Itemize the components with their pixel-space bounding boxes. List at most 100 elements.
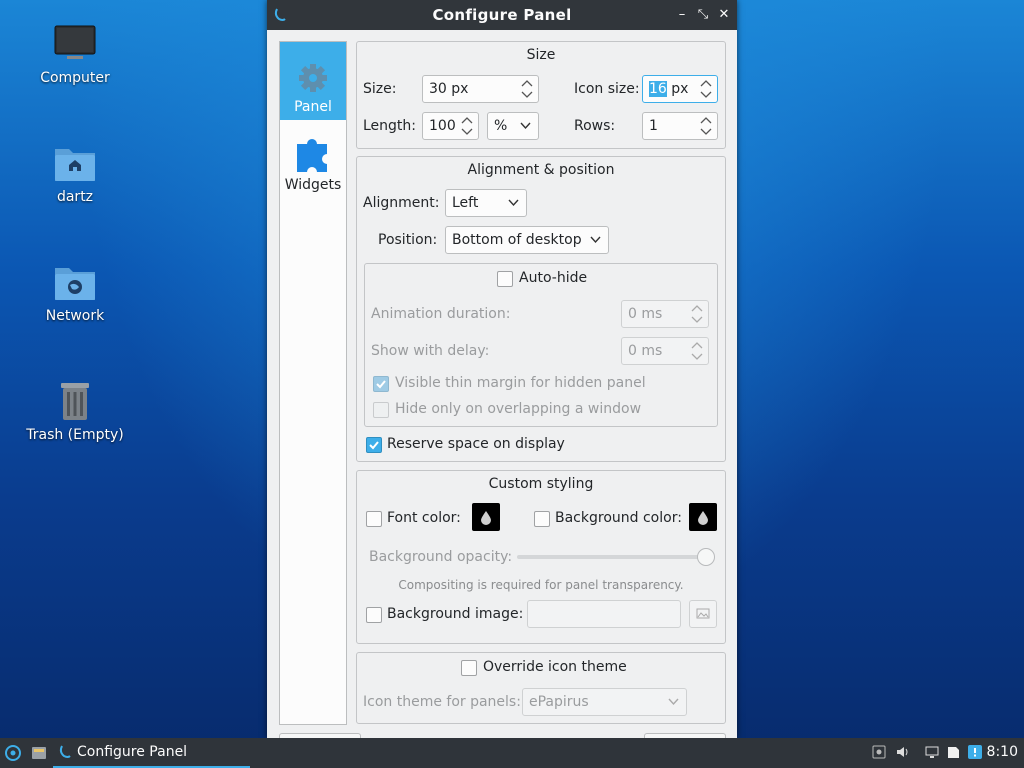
background-color-checkbox[interactable] [534, 511, 550, 527]
length-spinbox[interactable]: 100 [422, 112, 479, 140]
clipboard-icon[interactable] [946, 745, 960, 759]
app-icon [59, 745, 71, 758]
reserve-space-label: Reserve space on display [387, 436, 565, 452]
alignment-combo[interactable]: Left [445, 189, 527, 217]
spin-arrows-icon[interactable] [690, 302, 704, 326]
notification-icon[interactable] [968, 745, 982, 759]
screenshot-tray-icon[interactable] [872, 745, 886, 759]
icon-size-spinbox[interactable]: 16 px [642, 75, 718, 103]
background-color-label: Background color: [555, 510, 682, 526]
desktop-icon-network[interactable]: Network [20, 262, 130, 324]
puzzle-icon [297, 139, 327, 172]
start-menu-icon[interactable] [5, 745, 21, 761]
override-icon-theme-label: Override icon theme [483, 659, 627, 675]
desktop-icon-label: Trash (Empty) [26, 427, 124, 443]
font-color-button[interactable] [472, 503, 500, 531]
spinbox-value: 1 [649, 118, 658, 134]
desktop-icon-label: Computer [40, 70, 110, 86]
spinbox-value: 0 ms [628, 343, 663, 359]
close-button[interactable]: ✕ [715, 6, 733, 24]
chevron-down-icon [508, 199, 519, 207]
background-image-path-field[interactable] [527, 600, 681, 628]
alignment-position-group: Alignment & position Alignment: Left Pos… [356, 156, 726, 462]
group-title: Size [526, 47, 556, 63]
show-delay-label: Show with delay: [371, 343, 490, 359]
animation-duration-label: Animation duration: [371, 306, 511, 322]
icon-size-label: Icon size: [574, 81, 640, 97]
sidebar-item-label: Panel [294, 99, 332, 115]
chevron-down-icon [668, 698, 679, 706]
desktop-icon-home[interactable]: dartz [20, 143, 130, 205]
animation-duration-spinbox[interactable]: 0 ms [621, 300, 709, 328]
title-bar[interactable]: Configure Panel – ⤡ ✕ [267, 0, 737, 30]
spin-arrows-icon[interactable] [699, 114, 713, 138]
desktop-icon-trash[interactable]: Trash (Empty) [20, 381, 130, 443]
sidebar-item-label: Widgets [284, 177, 342, 193]
clock[interactable]: 8:10 [987, 744, 1018, 760]
icon-theme-group: Override icon theme Icon theme for panel… [356, 652, 726, 724]
override-icon-theme-checkbox[interactable] [461, 660, 477, 676]
desktop-switcher-icon[interactable] [31, 745, 47, 761]
chevron-down-icon [520, 122, 531, 130]
size-group: Size Size: 30 px Icon size: 16 px Length… [356, 41, 726, 149]
restore-button[interactable]: ⤡ [694, 6, 712, 24]
group-title: Alignment & position [467, 162, 615, 178]
chevron-down-icon [590, 236, 601, 244]
spin-arrows-icon[interactable] [520, 77, 534, 101]
minimize-button[interactable]: – [673, 6, 691, 24]
font-color-label: Font color: [387, 510, 461, 526]
desktop-icon-computer[interactable]: Computer [20, 24, 130, 86]
checkmark-icon [376, 380, 386, 389]
desktop-icon-label: dartz [56, 189, 94, 205]
rows-spinbox[interactable]: 1 [642, 112, 718, 140]
reserve-space-checkbox[interactable] [366, 437, 382, 453]
font-color-checkbox[interactable] [366, 511, 382, 527]
spin-arrows-icon[interactable] [690, 339, 704, 363]
background-color-button[interactable] [689, 503, 717, 531]
spinbox-value: 0 ms [628, 306, 663, 322]
combo-value: Left [452, 195, 479, 211]
desktop-icon-label: Network [45, 308, 105, 324]
thin-margin-label: Visible thin margin for hidden panel [395, 375, 646, 391]
length-unit-combo[interactable]: % [487, 112, 539, 140]
icon-size-unit: px [666, 81, 689, 97]
spin-arrows-icon[interactable] [699, 77, 713, 101]
overlap-label: Hide only on overlapping a window [395, 401, 642, 417]
opacity-slider-handle[interactable] [697, 548, 715, 566]
rows-label: Rows: [574, 118, 616, 134]
browse-image-button[interactable] [689, 600, 717, 628]
volume-icon[interactable] [895, 745, 909, 759]
icon-size-number: 16 [649, 81, 667, 97]
compositing-note: Compositing is required for panel transp… [398, 578, 684, 592]
monitor-icon [54, 25, 96, 59]
combo-value: % [494, 118, 508, 134]
taskbar-item-label: Configure Panel [77, 744, 188, 760]
window-title: Configure Panel [432, 6, 572, 24]
opacity-slider-track[interactable] [517, 555, 713, 559]
spin-arrows-icon[interactable] [460, 114, 474, 138]
custom-styling-group: Custom styling Font color: Background co… [356, 470, 726, 644]
taskbar: Configure Panel 8:10 [0, 738, 1024, 768]
sidebar-item-panel[interactable]: Panel [280, 42, 346, 120]
overlap-checkbox[interactable] [373, 402, 389, 418]
taskbar-item-configure-panel[interactable]: Configure Panel [53, 738, 250, 768]
background-image-checkbox[interactable] [366, 607, 382, 623]
icon-theme-combo[interactable]: ePapirus [522, 688, 687, 716]
show-delay-spinbox[interactable]: 0 ms [621, 337, 709, 365]
group-title: Custom styling [488, 476, 594, 492]
icon-theme-label: Icon theme for panels: [363, 694, 521, 710]
sidebar: Panel Widgets [279, 41, 347, 725]
checkmark-icon [369, 441, 379, 450]
size-spinbox[interactable]: 30 px [422, 75, 539, 103]
trash-icon [61, 383, 89, 420]
sidebar-item-widgets[interactable]: Widgets [280, 120, 346, 198]
monitor-tray-icon[interactable] [925, 745, 939, 759]
image-icon [696, 608, 710, 619]
thin-margin-checkbox[interactable] [373, 376, 389, 392]
background-image-label: Background image: [387, 606, 524, 622]
spinbox-value: 30 px [429, 81, 469, 97]
color-drop-icon [481, 511, 491, 525]
position-combo[interactable]: Bottom of desktop [445, 226, 609, 254]
network-folder-icon [55, 268, 95, 300]
autohide-checkbox[interactable] [497, 271, 513, 287]
